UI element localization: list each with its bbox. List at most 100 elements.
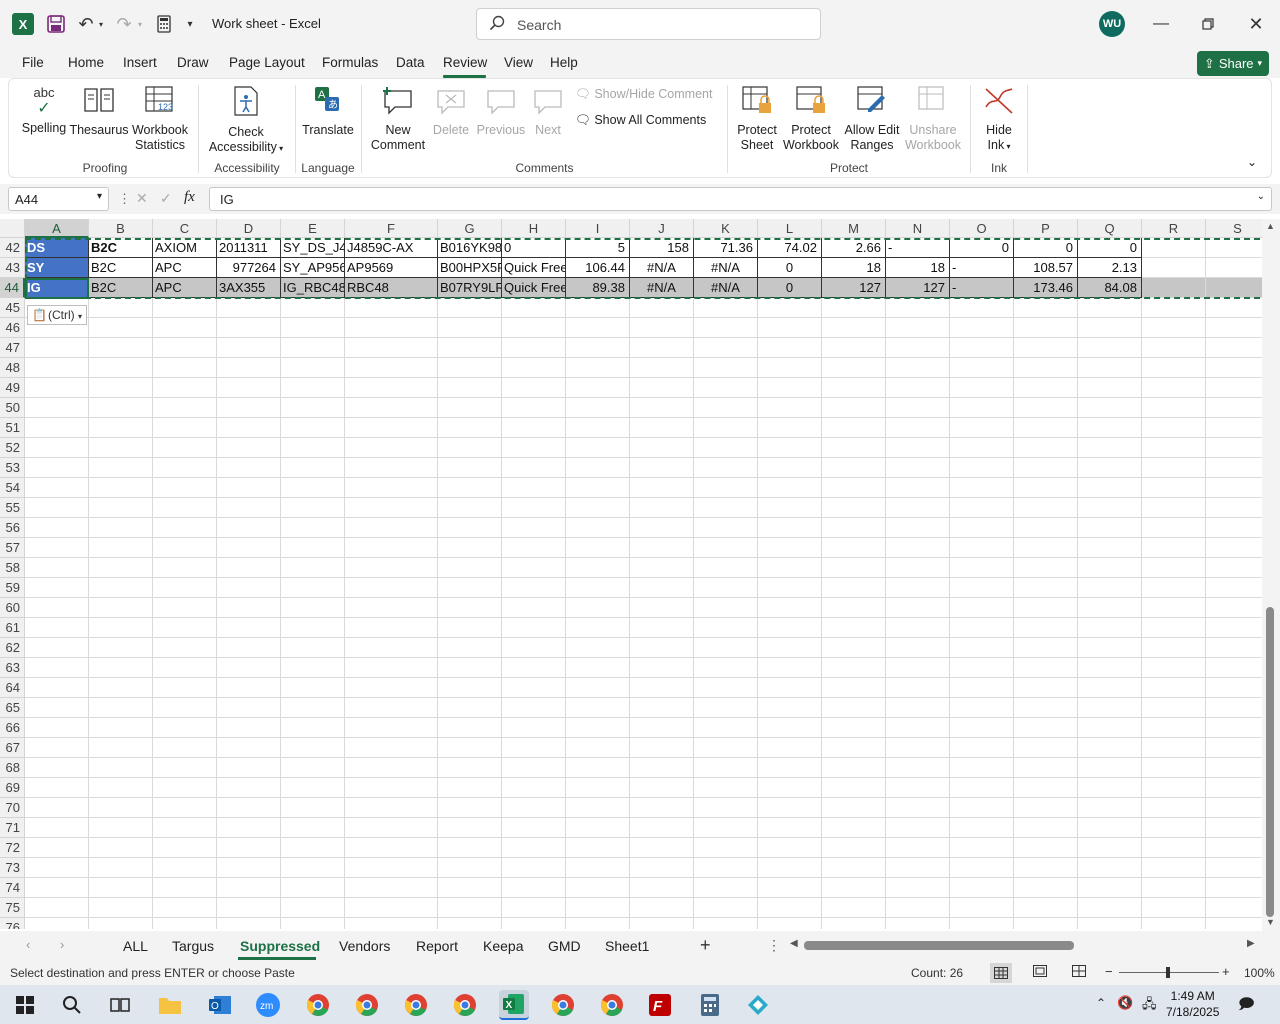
- cell-empty[interactable]: [1014, 538, 1078, 558]
- column-header-d[interactable]: D: [217, 219, 281, 238]
- cell-empty[interactable]: [438, 498, 502, 518]
- cell-empty[interactable]: [1078, 898, 1142, 918]
- name-box[interactable]: A44 ▾: [8, 187, 109, 211]
- cell-empty[interactable]: [345, 418, 438, 438]
- tab-insert[interactable]: Insert: [123, 55, 157, 70]
- cell-empty[interactable]: [217, 578, 281, 598]
- row-header-53[interactable]: 53: [0, 458, 25, 478]
- cell-empty[interactable]: [630, 838, 694, 858]
- cell-empty[interactable]: [822, 918, 886, 929]
- row-header-75[interactable]: 75: [0, 898, 25, 918]
- cell-empty[interactable]: [1142, 858, 1206, 878]
- cell-empty[interactable]: [758, 358, 822, 378]
- row-header-57[interactable]: 57: [0, 538, 25, 558]
- cell-empty[interactable]: [822, 878, 886, 898]
- cell-empty[interactable]: [89, 818, 153, 838]
- cell-empty[interactable]: [25, 598, 89, 618]
- row-header-72[interactable]: 72: [0, 838, 25, 858]
- cell-empty[interactable]: [281, 778, 345, 798]
- cell-c44[interactable]: APC: [153, 278, 217, 298]
- cell-empty[interactable]: [217, 298, 281, 318]
- cell-empty[interactable]: [281, 878, 345, 898]
- cell-empty[interactable]: [89, 858, 153, 878]
- cell-empty[interactable]: [438, 898, 502, 918]
- cell-empty[interactable]: [758, 638, 822, 658]
- cell-empty[interactable]: [281, 398, 345, 418]
- cell-empty[interactable]: [153, 318, 217, 338]
- spreadsheet-grid[interactable]: ABCDEFGHIJKLMNOPQRS 42 43 44 45 46 47 48 49 50 51…: [0, 219, 1262, 929]
- cell-empty[interactable]: [886, 798, 950, 818]
- cell-empty[interactable]: [345, 538, 438, 558]
- cell-empty[interactable]: [438, 658, 502, 678]
- cell-p44[interactable]: 173.46: [1014, 278, 1078, 298]
- cell-empty[interactable]: [1142, 518, 1206, 538]
- cell-empty[interactable]: [1078, 438, 1142, 458]
- next-sheet-icon[interactable]: ›: [60, 937, 64, 952]
- cell-n44[interactable]: 127: [886, 278, 950, 298]
- sheet-tab-keepa[interactable]: Keepa: [483, 938, 523, 954]
- cell-empty[interactable]: [281, 918, 345, 929]
- cell-empty[interactable]: [1142, 438, 1206, 458]
- cell-j42[interactable]: 158: [630, 238, 694, 258]
- cell-empty[interactable]: [1142, 638, 1206, 658]
- cell-empty[interactable]: [153, 818, 217, 838]
- cell-empty[interactable]: [25, 498, 89, 518]
- cell-empty[interactable]: [502, 658, 566, 678]
- cell-empty[interactable]: [438, 678, 502, 698]
- cell-empty[interactable]: [1142, 658, 1206, 678]
- filezilla-icon[interactable]: F: [645, 990, 675, 1020]
- cell-empty[interactable]: [153, 758, 217, 778]
- notifications-icon[interactable]: 🗩: [1238, 994, 1255, 1019]
- cell-empty[interactable]: [438, 818, 502, 838]
- cell-empty[interactable]: [153, 838, 217, 858]
- page-break-view-icon[interactable]: [1072, 965, 1086, 980]
- cell-empty[interactable]: [1014, 338, 1078, 358]
- cell-empty[interactable]: [25, 718, 89, 738]
- cell-empty[interactable]: [25, 398, 89, 418]
- cell-empty[interactable]: [886, 618, 950, 638]
- column-header-n[interactable]: N: [886, 219, 950, 238]
- minimize-icon[interactable]: —: [1150, 13, 1172, 35]
- cell-empty[interactable]: [822, 898, 886, 918]
- cell-empty[interactable]: [566, 458, 630, 478]
- cell-empty[interactable]: [25, 358, 89, 378]
- cell-empty[interactable]: [886, 658, 950, 678]
- column-header-j[interactable]: J: [630, 219, 694, 238]
- windows-start-icon[interactable]: [10, 990, 40, 1020]
- cell-empty[interactable]: [566, 858, 630, 878]
- file-explorer-icon[interactable]: [155, 990, 185, 1020]
- cell-r44[interactable]: [1142, 278, 1206, 298]
- cell-empty[interactable]: [345, 818, 438, 838]
- cell-empty[interactable]: [1078, 698, 1142, 718]
- cell-empty[interactable]: [1206, 558, 1262, 578]
- cell-empty[interactable]: [886, 378, 950, 398]
- cell-i43[interactable]: 106.44: [566, 258, 630, 278]
- cell-empty[interactable]: [153, 698, 217, 718]
- cell-empty[interactable]: [758, 478, 822, 498]
- row-header-47[interactable]: 47: [0, 338, 25, 358]
- cell-empty[interactable]: [1078, 838, 1142, 858]
- redo-icon[interactable]: ↷: [113, 13, 135, 35]
- sheet-tab-gmd[interactable]: GMD: [548, 938, 581, 954]
- cell-empty[interactable]: [1014, 878, 1078, 898]
- cell-s42[interactable]: [1206, 238, 1262, 258]
- cell-empty[interactable]: [89, 838, 153, 858]
- cell-empty[interactable]: [153, 598, 217, 618]
- cell-empty[interactable]: [950, 398, 1014, 418]
- cell-empty[interactable]: [502, 578, 566, 598]
- cell-empty[interactable]: [1014, 298, 1078, 318]
- tab-help[interactable]: Help: [550, 55, 578, 70]
- row-header-48[interactable]: 48: [0, 358, 25, 378]
- cell-empty[interactable]: [630, 518, 694, 538]
- outlook-icon[interactable]: O: [205, 990, 235, 1020]
- cell-empty[interactable]: [1014, 398, 1078, 418]
- cell-empty[interactable]: [822, 838, 886, 858]
- cell-b43[interactable]: B2C: [89, 258, 153, 278]
- cell-b44[interactable]: B2C: [89, 278, 153, 298]
- cell-empty[interactable]: [281, 838, 345, 858]
- cell-empty[interactable]: [281, 598, 345, 618]
- share-button[interactable]: ⇪ Share ▾: [1197, 51, 1269, 76]
- cell-empty[interactable]: [502, 538, 566, 558]
- cell-empty[interactable]: [25, 338, 89, 358]
- column-header-m[interactable]: M: [822, 219, 886, 238]
